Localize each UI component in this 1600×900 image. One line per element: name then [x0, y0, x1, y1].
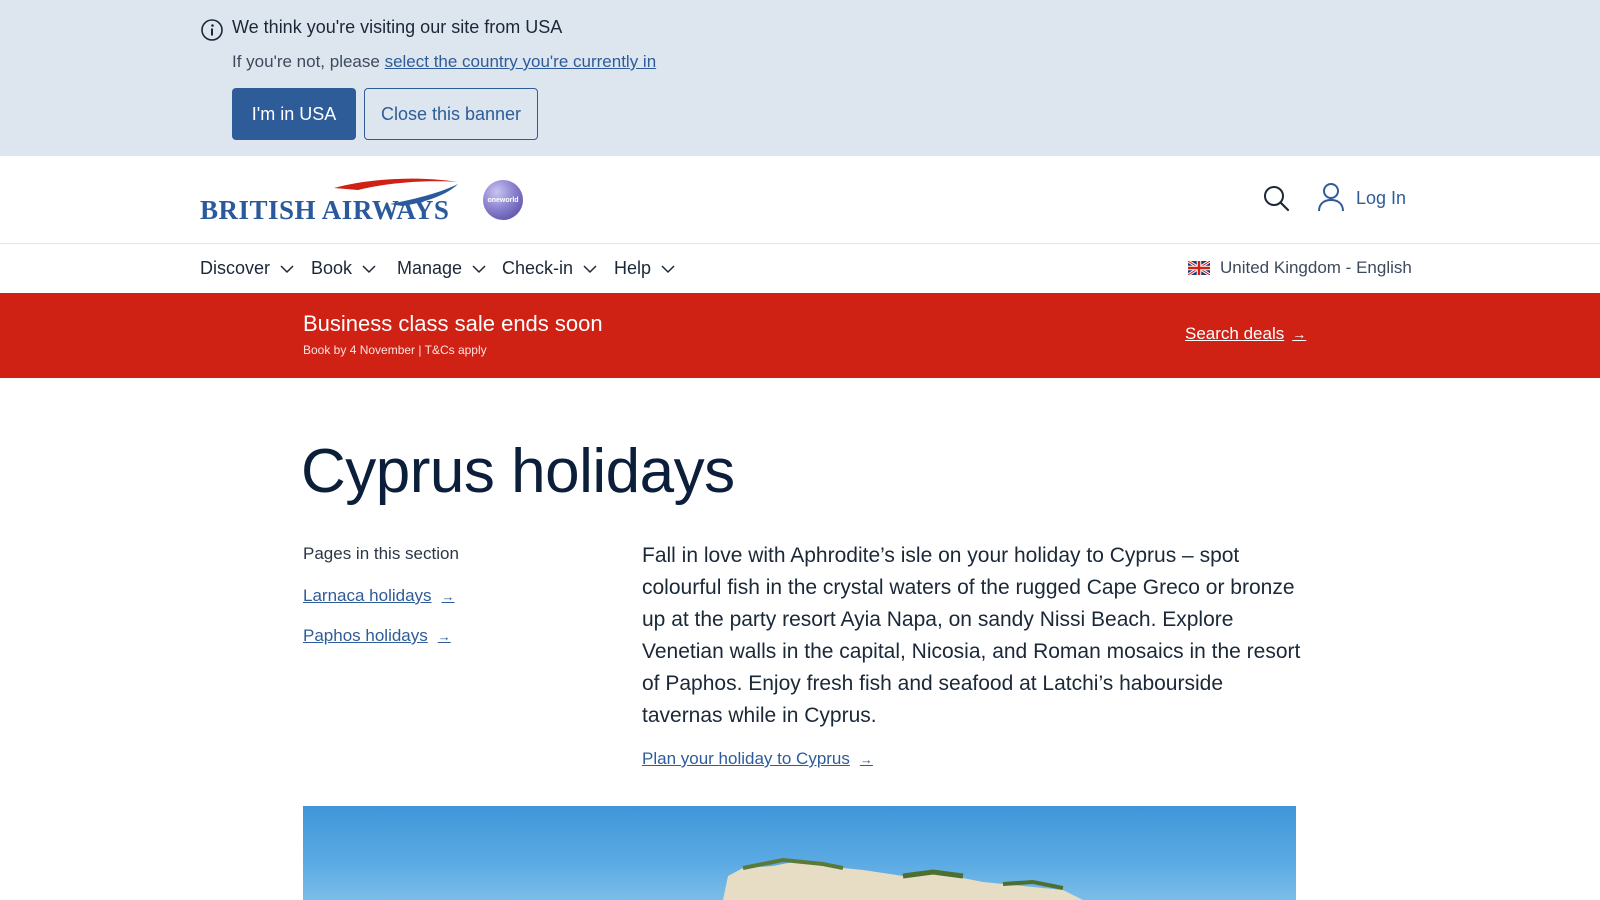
- nav-item-label: Check-in: [502, 258, 574, 278]
- user-icon[interactable]: [1317, 182, 1345, 212]
- arrow-right-icon: →: [437, 628, 451, 644]
- arrow-right-icon: →: [1292, 326, 1307, 342]
- main-nav: Discover Book Manage Check-in Help Unite…: [0, 245, 1600, 293]
- country-banner: We think you're visiting our site from U…: [0, 0, 1600, 156]
- locale-selector[interactable]: United Kingdom - English: [1188, 258, 1412, 278]
- nav-item-discover[interactable]: Discover: [200, 258, 294, 279]
- nav-item-label: Book: [311, 258, 353, 278]
- close-banner-button[interactable]: Close this banner: [364, 88, 538, 140]
- promo-subtitle: Book by 4 November | T&Cs apply: [303, 343, 487, 357]
- hero-image: [303, 806, 1296, 900]
- side-link-label: Paphos holidays: [303, 626, 428, 645]
- uk-flag-icon: [1188, 261, 1210, 275]
- paphos-holidays-link[interactable]: Paphos holidays →: [303, 626, 451, 646]
- search-deals-link[interactable]: Search deals →: [1185, 324, 1306, 344]
- arrow-right-icon: →: [441, 588, 455, 604]
- banner-message-prefix: If you're not, please: [232, 52, 385, 71]
- larnaca-holidays-link[interactable]: Larnaca holidays →: [303, 586, 455, 606]
- arrow-right-icon: →: [859, 751, 873, 767]
- nav-item-help[interactable]: Help: [614, 258, 675, 279]
- chevron-down-icon: [362, 264, 376, 273]
- locale-label: United Kingdom - English: [1220, 258, 1412, 277]
- chevron-down-icon: [583, 264, 597, 273]
- promo-title: Business class sale ends soon: [303, 311, 603, 336]
- nav-item-label: Discover: [200, 258, 271, 278]
- side-link-label: Larnaca holidays: [303, 586, 432, 605]
- login-link[interactable]: Log In: [1356, 188, 1406, 209]
- speedmarque-icon: [334, 178, 458, 206]
- plan-holiday-label: Plan your holiday to Cyprus: [642, 749, 850, 768]
- nav-item-label: Help: [614, 258, 652, 278]
- page-title: Cyprus holidays: [301, 437, 735, 506]
- info-icon: [201, 19, 223, 41]
- nav-item-book[interactable]: Book: [311, 258, 376, 279]
- chevron-down-icon: [472, 264, 486, 273]
- promo-banner: Business class sale ends soon Book by 4 …: [0, 293, 1600, 378]
- intro-paragraph: Fall in love with Aphrodite’s isle on yo…: [642, 544, 1301, 727]
- banner-title: We think you're visiting our site from U…: [232, 17, 563, 37]
- banner-message: If you're not, please select the country…: [232, 52, 656, 72]
- section-heading: Pages in this section: [303, 544, 459, 563]
- chevron-down-icon: [661, 264, 675, 273]
- nav-item-check-in[interactable]: Check-in: [502, 258, 597, 279]
- nav-item-manage[interactable]: Manage: [397, 258, 486, 279]
- oneworld-logo: oneworld: [483, 180, 523, 220]
- search-deals-label: Search deals: [1185, 324, 1285, 343]
- plan-holiday-link[interactable]: Plan your holiday to Cyprus →: [642, 749, 873, 769]
- coastline-illustration: [723, 857, 1083, 900]
- search-icon[interactable]: [1262, 184, 1290, 212]
- nav-item-label: Manage: [397, 258, 463, 278]
- site-header: BRITISH AIRWAYS oneworld Log In: [0, 156, 1600, 244]
- confirm-country-button[interactable]: I'm in USA: [232, 88, 356, 140]
- select-country-link[interactable]: select the country you're currently in: [385, 52, 657, 71]
- chevron-down-icon: [280, 264, 294, 273]
